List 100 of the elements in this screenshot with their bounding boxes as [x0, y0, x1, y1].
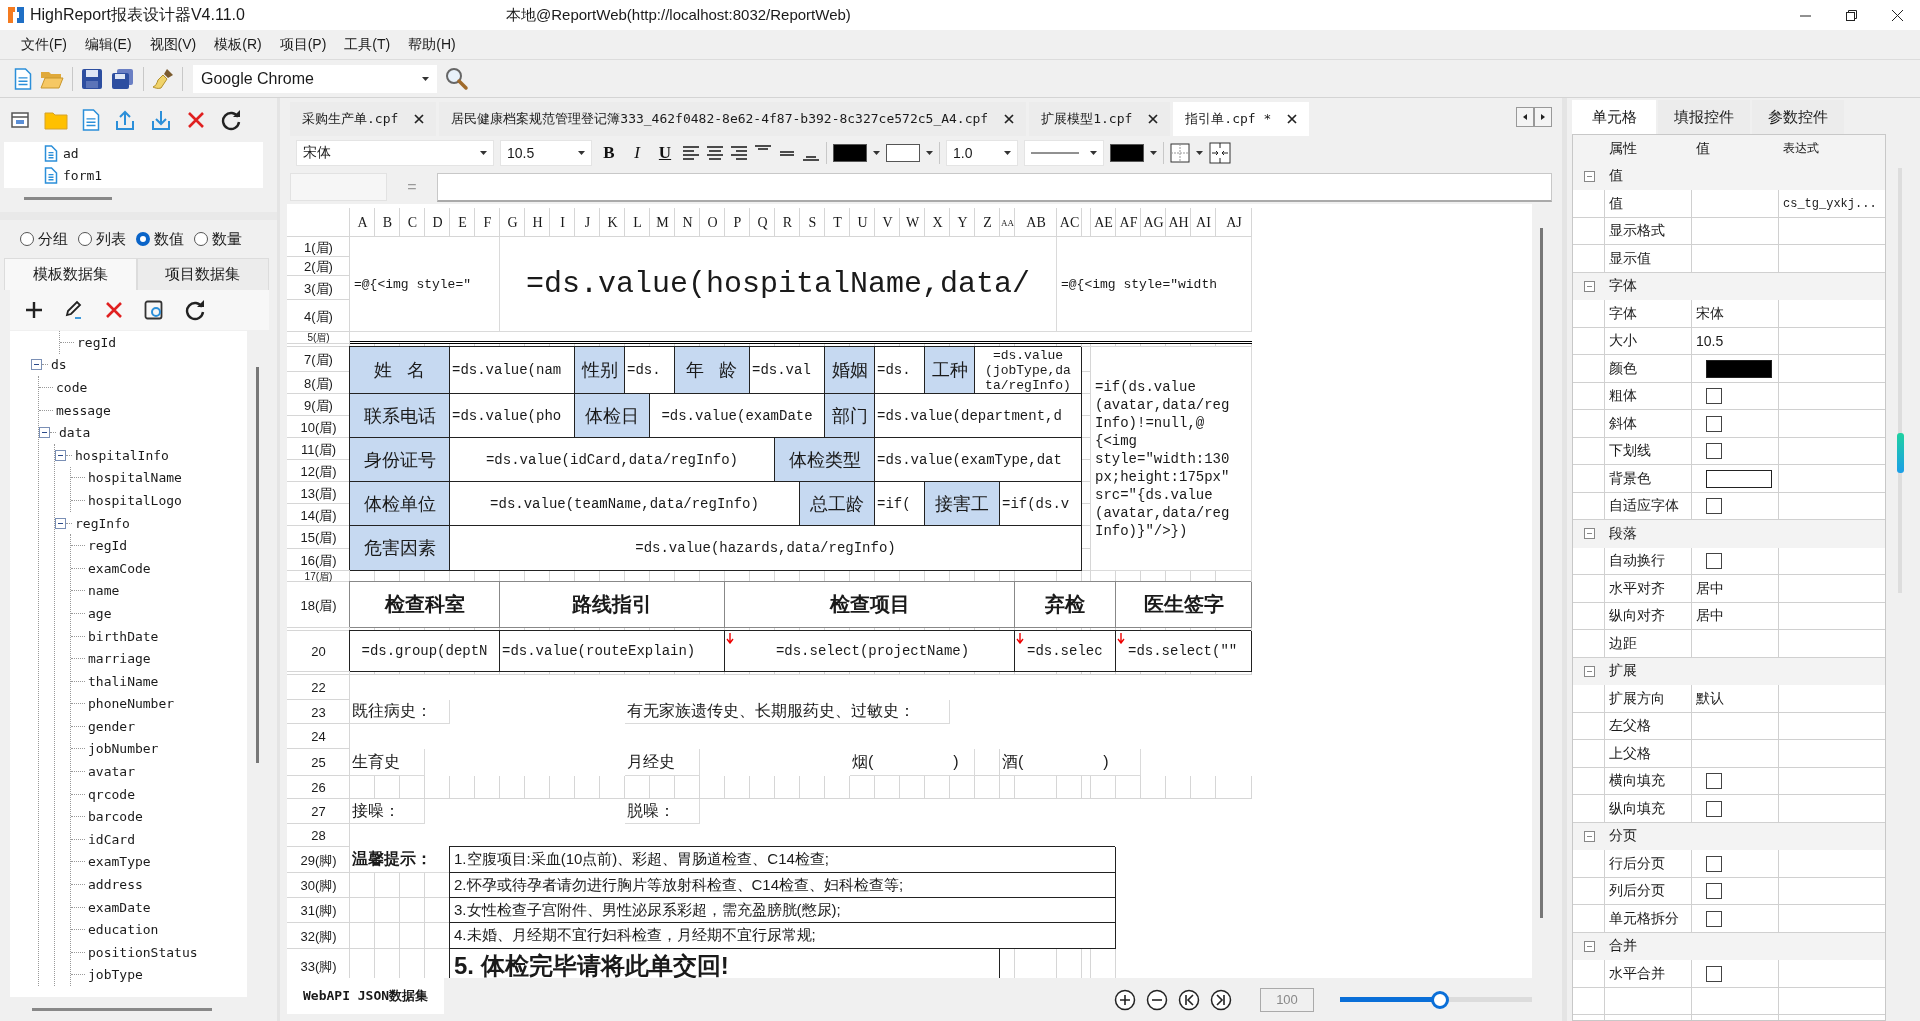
column-header[interactable]: N	[675, 208, 700, 237]
tree-item[interactable]: thaliName	[88, 673, 159, 689]
menu-item[interactable]: 视图(V)	[140, 35, 206, 54]
column-header[interactable]: Q	[750, 208, 775, 237]
column-header[interactable]: AE	[1091, 208, 1116, 237]
tree-item[interactable]: message	[56, 402, 111, 418]
column-header[interactable]: I	[550, 208, 575, 237]
checkbox[interactable]	[1706, 855, 1722, 872]
scroll-right-icon[interactable]	[1534, 107, 1552, 127]
row-header[interactable]: 30(脚)	[287, 873, 350, 898]
row-header[interactable]: 27	[287, 799, 350, 824]
row-header[interactable]: 29(脚)	[287, 847, 350, 873]
row-header[interactable]: 8(眉)	[287, 372, 350, 394]
row-header[interactable]: 7(眉)	[287, 347, 350, 372]
group-row[interactable]: 合并	[1573, 932, 1885, 960]
tree-item[interactable]: examType	[88, 854, 151, 870]
save-icon[interactable]	[81, 67, 103, 90]
column-header[interactable]: E	[450, 208, 475, 237]
column-header[interactable]: AJ	[1216, 208, 1252, 237]
menu-item[interactable]: 帮助(H)	[399, 35, 465, 54]
zoom-out-icon[interactable]	[1146, 988, 1168, 1011]
column-header[interactable]: A	[350, 208, 375, 237]
checkbox[interactable]	[1706, 800, 1722, 817]
menu-item[interactable]: 工具(T)	[335, 35, 400, 54]
row-header[interactable]: 22	[287, 675, 350, 700]
tree-item[interactable]: birthDate	[88, 628, 159, 644]
group-row[interactable]: 字体	[1573, 272, 1885, 300]
radio-button[interactable]	[194, 232, 208, 246]
property-value[interactable]: 10.5	[1696, 333, 1724, 350]
row-header[interactable]: 15(眉)	[287, 526, 350, 549]
caret-icon[interactable]	[422, 76, 429, 81]
preview-icon[interactable]	[144, 300, 164, 320]
column-header[interactable]: H	[525, 208, 550, 237]
row-header[interactable]: 3(眉)	[287, 276, 350, 300]
tab[interactable]: 单元格	[1572, 100, 1656, 134]
tab[interactable]: 项目数据集	[136, 258, 269, 290]
tree-item[interactable]: idCard	[88, 831, 135, 847]
line-width-dropdown[interactable]: 1.0	[946, 140, 1018, 166]
property-value[interactable]: 宋体	[1696, 304, 1724, 323]
row-header[interactable]: 32(脚)	[287, 923, 350, 949]
tab[interactable]: 参数控件	[1752, 100, 1844, 134]
tree-item[interactable]: age	[88, 605, 112, 621]
tree-item[interactable]: jobType	[88, 967, 143, 983]
tree-item[interactable]: marriage	[88, 651, 151, 667]
slider-thumb[interactable]	[1430, 990, 1449, 1009]
color-swatch[interactable]	[1706, 359, 1772, 378]
radio-button[interactable]	[78, 232, 92, 246]
row-header[interactable]: 16(眉)	[287, 549, 350, 571]
upload-icon[interactable]	[114, 109, 136, 131]
row-header[interactable]: 1(眉)	[287, 237, 350, 257]
column-header[interactable]: U	[850, 208, 875, 237]
formula-field[interactable]	[437, 172, 1552, 202]
file-icon[interactable]	[14, 67, 32, 90]
row-header[interactable]: 26	[287, 776, 350, 799]
tree-item[interactable]: barcode	[88, 809, 143, 825]
close-icon[interactable]	[1004, 114, 1015, 124]
column-header[interactable]: AG	[1141, 208, 1166, 237]
menu-item[interactable]: 编辑(E)	[75, 35, 141, 54]
row-header[interactable]: 9(眉)	[287, 394, 350, 416]
file-icon[interactable]	[82, 109, 100, 131]
caret-icon[interactable]	[873, 151, 880, 155]
color-swatch[interactable]	[833, 144, 867, 162]
tab[interactable]: 模板数据集	[4, 258, 137, 290]
row-header[interactable]: 14(眉)	[287, 504, 350, 526]
tree-item[interactable]: regId	[88, 538, 128, 554]
align-center-icon[interactable]	[706, 144, 724, 162]
column-header[interactable]: D	[425, 208, 450, 237]
group-row[interactable]: 扩展	[1573, 657, 1885, 685]
column-header[interactable]: T	[825, 208, 850, 237]
column-header[interactable]: AF	[1116, 208, 1141, 237]
column-header[interactable]: AB	[1015, 208, 1057, 237]
tree-item[interactable]: regId	[77, 334, 117, 350]
column-header[interactable]: G	[500, 208, 525, 237]
scrollbar[interactable]	[256, 367, 259, 763]
tree-item[interactable]: hospitalLogo	[88, 492, 182, 508]
scrollbar[interactable]	[32, 1007, 212, 1011]
caret-icon[interactable]	[1090, 151, 1097, 155]
tree-item[interactable]: form1	[63, 167, 103, 183]
radio-label[interactable]: 分组	[38, 229, 68, 249]
menu-item[interactable]: 模板(R)	[205, 35, 271, 54]
first-page-icon[interactable]	[1178, 988, 1200, 1011]
column-header[interactable]: AI	[1191, 208, 1216, 237]
column-header[interactable]: J	[575, 208, 600, 237]
checkbox[interactable]	[1706, 773, 1722, 790]
restore-icon[interactable]	[1845, 9, 1857, 21]
checkbox[interactable]	[1706, 965, 1722, 982]
tab[interactable]: 填报控件	[1658, 100, 1750, 134]
column-header[interactable]: V	[875, 208, 900, 237]
font-size-dropdown[interactable]: 10.5	[500, 140, 592, 166]
row-header[interactable]: 20	[287, 631, 350, 672]
column-header[interactable]: O	[700, 208, 725, 237]
caret-icon[interactable]	[578, 151, 585, 155]
tree-item[interactable]: address	[88, 877, 143, 893]
scrollbar[interactable]	[24, 196, 112, 200]
close-icon[interactable]	[414, 114, 425, 124]
collapse-icon[interactable]	[55, 449, 66, 461]
menu-item[interactable]: 项目(P)	[270, 35, 336, 54]
radio-label[interactable]: 数值	[154, 229, 184, 249]
caret-icon[interactable]	[1196, 151, 1203, 155]
radio-button[interactable]	[20, 232, 34, 246]
